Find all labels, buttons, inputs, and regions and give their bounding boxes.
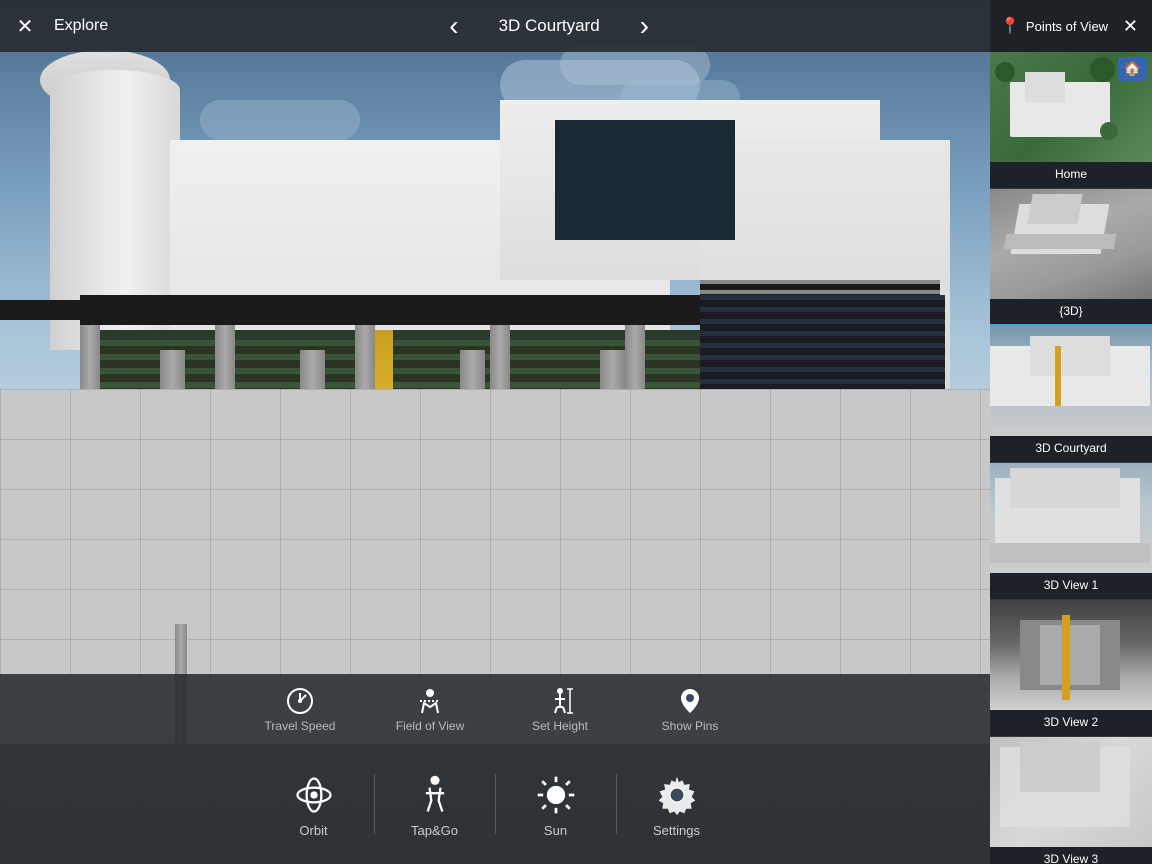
home-badge: 🏠 (1118, 57, 1147, 81)
tap-go-label: Tap&Go (411, 823, 458, 838)
pov-label-view3: 3D View 3 (990, 847, 1152, 864)
pov-thumb-view3 (990, 737, 1152, 847)
set-height-label: Set Height (532, 719, 588, 733)
pov-item-3d[interactable]: {3D} (990, 189, 1152, 326)
next-button[interactable]: › (630, 5, 659, 47)
explore-label: Explore (54, 17, 108, 35)
pov-item-view3[interactable]: 3D View 3 (990, 737, 1152, 864)
roof-slab (80, 295, 700, 325)
divider-1 (374, 774, 375, 834)
pov-item-courtyard[interactable]: 3D Courtyard (990, 326, 1152, 463)
field-of-view-label: Field of View (396, 719, 464, 733)
show-pins-label: Show Pins (662, 719, 719, 733)
sidebar-close-button[interactable]: ✕ (1119, 12, 1142, 41)
secondary-toolbar: Travel Speed Field of View (0, 674, 990, 744)
pov-item-home[interactable]: 🏠 Home (990, 52, 1152, 189)
travel-speed-icon (284, 685, 316, 717)
scene-title: 3D Courtyard (499, 16, 600, 36)
window-upper (555, 120, 735, 240)
pov-thumb-home: 🏠 (990, 52, 1152, 162)
show-pins-icon (674, 685, 706, 717)
pov-thumb-view1 (990, 463, 1152, 573)
sidebar-header: 📍 Points of View ✕ (990, 0, 1152, 52)
topbar-nav: ‹ 3D Courtyard › (108, 5, 990, 47)
set-height-tool[interactable]: Set Height (495, 677, 625, 742)
pov-label-view2: 3D View 2 (990, 710, 1152, 736)
sidebar-header-left: 📍 Points of View (1000, 16, 1108, 36)
topbar: ✕ Explore ‹ 3D Courtyard › (0, 0, 990, 52)
pov-thumb-3d (990, 189, 1152, 299)
pov-thumb-view2 (990, 600, 1152, 710)
orbit-label: Orbit (299, 823, 327, 838)
field-of-view-tool[interactable]: Field of View (365, 677, 495, 742)
close-button[interactable]: ✕ (0, 0, 50, 52)
set-height-icon (544, 685, 576, 717)
primary-toolbar: Orbit Tap&Go (0, 744, 990, 864)
pov-item-view2[interactable]: 3D View 2 (990, 600, 1152, 737)
show-pins-tool[interactable]: Show Pins (625, 677, 755, 742)
pin-icon: 📍 (1000, 16, 1020, 36)
settings-icon (653, 771, 701, 819)
points-of-view-panel: 📍 Points of View ✕ 🏠 Home (990, 0, 1152, 864)
sun-icon (532, 771, 580, 819)
orbit-icon (290, 771, 338, 819)
viewport: ✕ Explore ‹ 3D Courtyard › Travel Speed (0, 0, 990, 864)
pov-label-home: Home (990, 162, 1152, 188)
pov-label-3d: {3D} (990, 299, 1152, 325)
prev-button[interactable]: ‹ (439, 5, 468, 47)
tap-go-icon (411, 771, 459, 819)
travel-speed-tool[interactable]: Travel Speed (235, 677, 365, 742)
settings-label: Settings (653, 823, 700, 838)
divider-3 (616, 774, 617, 834)
settings-tool[interactable]: Settings (622, 754, 732, 854)
tap-go-tool[interactable]: Tap&Go (380, 754, 490, 854)
pov-item-view1[interactable]: 3D View 1 (990, 463, 1152, 600)
pov-label-view1: 3D View 1 (990, 573, 1152, 599)
divider-2 (495, 774, 496, 834)
sidebar-header-title: Points of View (1026, 19, 1108, 34)
pov-thumb-courtyard (990, 326, 1152, 436)
sun-label: Sun (544, 823, 567, 838)
travel-speed-label: Travel Speed (265, 719, 336, 733)
field-of-view-icon (414, 685, 446, 717)
orbit-tool[interactable]: Orbit (259, 754, 369, 854)
sun-tool[interactable]: Sun (501, 754, 611, 854)
pov-label-courtyard: 3D Courtyard (990, 436, 1152, 462)
